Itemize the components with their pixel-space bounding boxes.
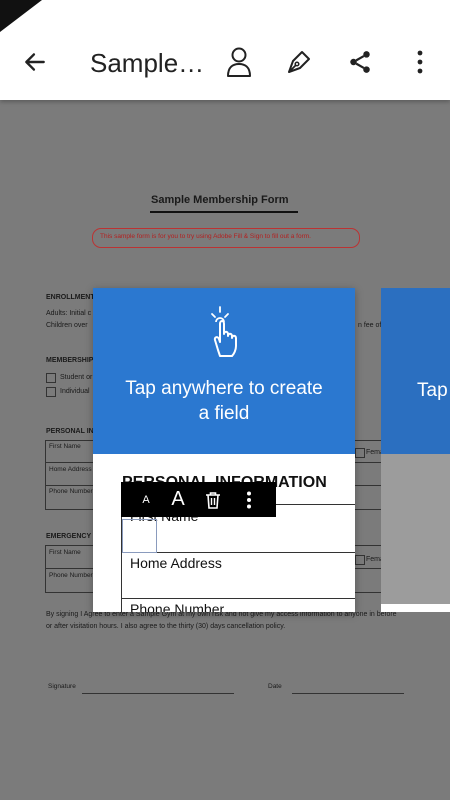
emergency-first-name-label: First Name <box>49 549 81 556</box>
first-name-label: First Name <box>49 443 81 450</box>
signature-label: Signature <box>48 683 76 690</box>
arrow-left-icon[interactable] <box>15 42 55 82</box>
status-corner <box>0 0 42 32</box>
pen-nib-icon[interactable] <box>279 42 319 82</box>
enrollment-text: Children over <box>46 322 88 329</box>
preview-phone-number: Phone Number <box>130 601 225 612</box>
membership-option: Individual <box>60 388 90 395</box>
checkbox[interactable] <box>46 387 56 397</box>
enrollment-heading: ENROLLMENT <box>46 294 95 301</box>
personal-heading: PERSONAL IN <box>46 428 94 435</box>
date-label: Date <box>268 683 282 690</box>
preview-divider <box>121 598 355 599</box>
tap-hand-icon <box>206 304 246 363</box>
phone-label: Phone Number <box>49 488 93 495</box>
enrollment-text: Adults: Initial c <box>46 310 92 317</box>
tutorial-card[interactable]: Tap anywhere to create a field PERSONAL … <box>93 288 355 612</box>
app-bar: Sample… <box>0 0 450 100</box>
emergency-phone-label: Phone Number <box>49 572 93 579</box>
notice-text: This sample form is for you to try using… <box>100 233 311 240</box>
signature-line <box>82 693 234 694</box>
person-icon[interactable] <box>219 42 259 82</box>
enrollment-text: n fee of <box>358 322 382 329</box>
text-field-box[interactable] <box>122 519 157 553</box>
membership-heading: MEMBERSHIP <box>46 357 94 364</box>
trash-icon[interactable] <box>203 482 223 517</box>
preview-home-address: Home Address <box>130 555 222 571</box>
date-line <box>292 693 404 694</box>
next-tutorial-card[interactable]: Tap <box>381 288 450 612</box>
form-title: Sample Membership Form <box>151 194 289 206</box>
decrease-text-size-button[interactable]: A <box>137 482 155 517</box>
tutorial-header: Tap anywhere to create a field <box>93 288 355 454</box>
next-card-preview <box>381 454 450 604</box>
title-underline <box>150 211 298 213</box>
field-toolbar: A A <box>121 482 276 517</box>
tutorial-message-line: a field <box>198 403 250 424</box>
next-tutorial-message: Tap <box>417 380 448 401</box>
checkbox[interactable] <box>46 373 56 383</box>
share-icon[interactable] <box>340 42 380 82</box>
agreement-text: or after visitation hours. I also agree … <box>46 623 286 630</box>
tutorial-message-line: Tap anywhere to create <box>125 378 323 399</box>
increase-text-size-button[interactable]: A <box>167 482 189 517</box>
home-address-label: Home Address <box>49 466 92 473</box>
more-vertical-icon[interactable] <box>241 482 257 517</box>
checkbox[interactable] <box>355 448 365 458</box>
tutorial-message: Tap anywhere to create a field <box>93 376 355 426</box>
emergency-heading: EMERGENCY <box>46 533 92 540</box>
agreement-text: By signing I Agree to enter a Sample Gym… <box>46 611 397 618</box>
checkbox[interactable] <box>355 555 365 565</box>
next-tutorial-header: Tap <box>381 288 450 454</box>
membership-option: Student or <box>60 374 93 381</box>
page-title: Sample… <box>90 48 205 78</box>
more-vertical-icon[interactable] <box>400 42 440 82</box>
